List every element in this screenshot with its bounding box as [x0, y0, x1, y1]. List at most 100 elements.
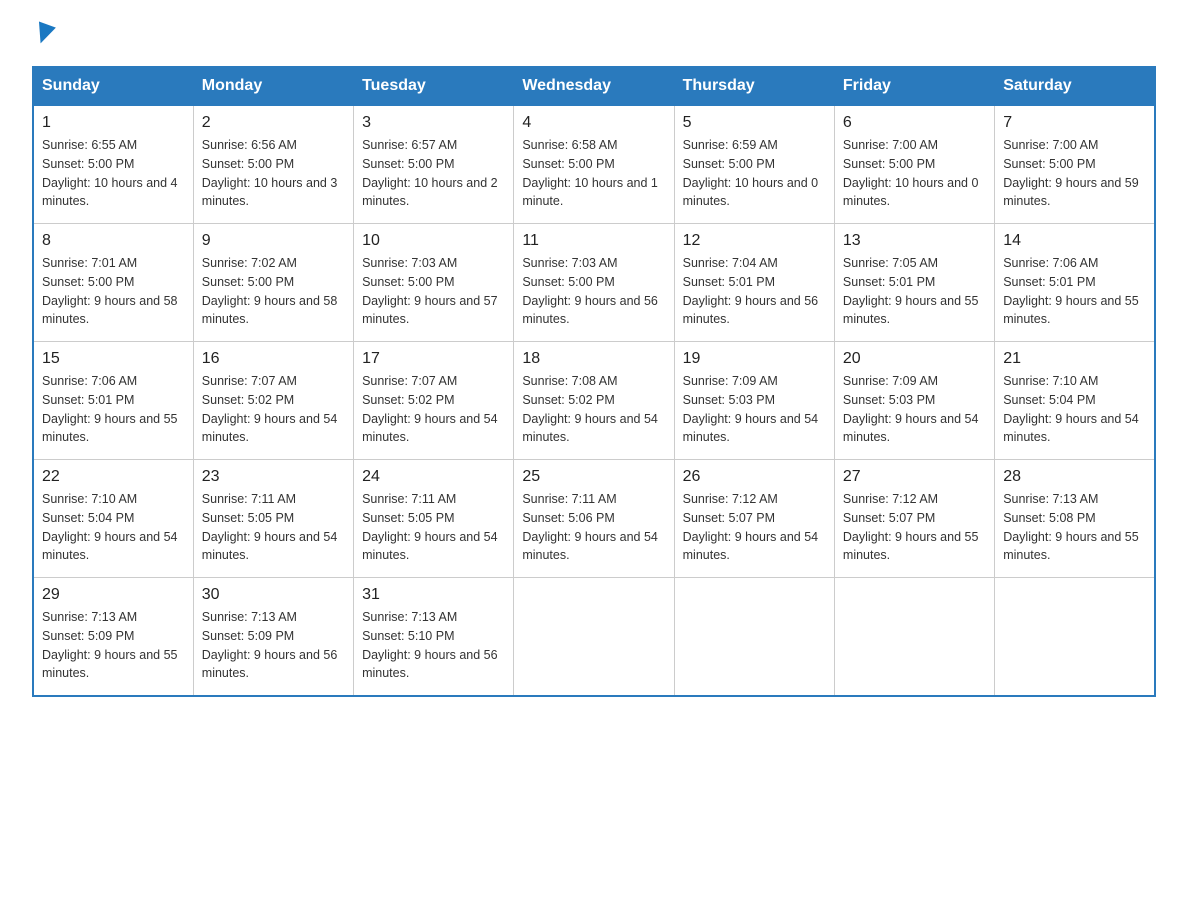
daylight-info: Daylight: 9 hours and 54 minutes.: [683, 528, 826, 566]
calendar-cell: 16 Sunrise: 7:07 AM Sunset: 5:02 PM Dayl…: [193, 342, 353, 460]
sunrise-info: Sunrise: 6:57 AM: [362, 136, 505, 155]
sunrise-info: Sunrise: 7:09 AM: [843, 372, 986, 391]
calendar-cell: 30 Sunrise: 7:13 AM Sunset: 5:09 PM Dayl…: [193, 578, 353, 697]
sunrise-info: Sunrise: 7:06 AM: [1003, 254, 1146, 273]
sunset-info: Sunset: 5:04 PM: [42, 509, 185, 528]
day-number: 8: [42, 232, 185, 250]
sunrise-info: Sunrise: 7:06 AM: [42, 372, 185, 391]
sunrise-info: Sunrise: 7:03 AM: [362, 254, 505, 273]
daylight-info: Daylight: 9 hours and 54 minutes.: [202, 528, 345, 566]
sunset-info: Sunset: 5:01 PM: [42, 391, 185, 410]
daylight-info: Daylight: 9 hours and 58 minutes.: [42, 292, 185, 330]
daylight-info: Daylight: 9 hours and 54 minutes.: [362, 528, 505, 566]
calendar-cell: [995, 578, 1155, 697]
sunset-info: Sunset: 5:00 PM: [843, 155, 986, 174]
calendar-cell: 23 Sunrise: 7:11 AM Sunset: 5:05 PM Dayl…: [193, 460, 353, 578]
logo-blue-row: [32, 24, 53, 46]
sunset-info: Sunset: 5:04 PM: [1003, 391, 1146, 410]
sunrise-info: Sunrise: 7:01 AM: [42, 254, 185, 273]
daylight-info: Daylight: 10 hours and 3 minutes.: [202, 174, 345, 212]
sunset-info: Sunset: 5:03 PM: [843, 391, 986, 410]
day-number: 20: [843, 350, 986, 368]
day-number: 14: [1003, 232, 1146, 250]
sunrise-info: Sunrise: 7:12 AM: [683, 490, 826, 509]
day-number: 19: [683, 350, 826, 368]
sunset-info: Sunset: 5:02 PM: [362, 391, 505, 410]
sunrise-info: Sunrise: 7:13 AM: [42, 608, 185, 627]
calendar-cell: 6 Sunrise: 7:00 AM Sunset: 5:00 PM Dayli…: [834, 106, 994, 224]
calendar-week-row: 8 Sunrise: 7:01 AM Sunset: 5:00 PM Dayli…: [33, 224, 1155, 342]
calendar-cell: 22 Sunrise: 7:10 AM Sunset: 5:04 PM Dayl…: [33, 460, 193, 578]
sunset-info: Sunset: 5:03 PM: [683, 391, 826, 410]
sunrise-info: Sunrise: 7:02 AM: [202, 254, 345, 273]
day-number: 13: [843, 232, 986, 250]
day-number: 15: [42, 350, 185, 368]
calendar-cell: 10 Sunrise: 7:03 AM Sunset: 5:00 PM Dayl…: [354, 224, 514, 342]
sunrise-info: Sunrise: 6:55 AM: [42, 136, 185, 155]
day-of-week-header: Sunday: [33, 67, 193, 106]
daylight-info: Daylight: 9 hours and 55 minutes.: [1003, 528, 1146, 566]
daylight-info: Daylight: 10 hours and 0 minutes.: [843, 174, 986, 212]
sunset-info: Sunset: 5:00 PM: [42, 273, 185, 292]
sunrise-info: Sunrise: 6:59 AM: [683, 136, 826, 155]
day-number: 4: [522, 114, 665, 132]
calendar-week-row: 29 Sunrise: 7:13 AM Sunset: 5:09 PM Dayl…: [33, 578, 1155, 697]
day-number: 29: [42, 586, 185, 604]
calendar-cell: 24 Sunrise: 7:11 AM Sunset: 5:05 PM Dayl…: [354, 460, 514, 578]
day-number: 25: [522, 468, 665, 486]
sunrise-info: Sunrise: 7:10 AM: [42, 490, 185, 509]
sunset-info: Sunset: 5:10 PM: [362, 627, 505, 646]
daylight-info: Daylight: 9 hours and 54 minutes.: [362, 410, 505, 448]
logo: [32, 24, 53, 46]
sunset-info: Sunset: 5:06 PM: [522, 509, 665, 528]
calendar-cell: 7 Sunrise: 7:00 AM Sunset: 5:00 PM Dayli…: [995, 106, 1155, 224]
day-number: 26: [683, 468, 826, 486]
sunrise-info: Sunrise: 7:04 AM: [683, 254, 826, 273]
calendar-cell: 15 Sunrise: 7:06 AM Sunset: 5:01 PM Dayl…: [33, 342, 193, 460]
calendar-cell: 26 Sunrise: 7:12 AM Sunset: 5:07 PM Dayl…: [674, 460, 834, 578]
sunrise-info: Sunrise: 7:07 AM: [202, 372, 345, 391]
calendar-cell: 28 Sunrise: 7:13 AM Sunset: 5:08 PM Dayl…: [995, 460, 1155, 578]
daylight-info: Daylight: 9 hours and 54 minutes.: [522, 528, 665, 566]
day-number: 10: [362, 232, 505, 250]
day-of-week-header: Friday: [834, 67, 994, 106]
daylight-info: Daylight: 10 hours and 1 minute.: [522, 174, 665, 212]
calendar-cell: [514, 578, 674, 697]
day-number: 30: [202, 586, 345, 604]
daylight-info: Daylight: 9 hours and 55 minutes.: [843, 528, 986, 566]
logo-arrow-icon: [32, 22, 56, 47]
day-number: 18: [522, 350, 665, 368]
calendar-cell: 20 Sunrise: 7:09 AM Sunset: 5:03 PM Dayl…: [834, 342, 994, 460]
daylight-info: Daylight: 9 hours and 54 minutes.: [42, 528, 185, 566]
sunrise-info: Sunrise: 7:12 AM: [843, 490, 986, 509]
calendar-cell: 12 Sunrise: 7:04 AM Sunset: 5:01 PM Dayl…: [674, 224, 834, 342]
sunrise-info: Sunrise: 7:13 AM: [362, 608, 505, 627]
page-header: [32, 24, 1156, 46]
calendar-cell: 3 Sunrise: 6:57 AM Sunset: 5:00 PM Dayli…: [354, 106, 514, 224]
daylight-info: Daylight: 9 hours and 55 minutes.: [843, 292, 986, 330]
sunset-info: Sunset: 5:00 PM: [362, 155, 505, 174]
day-number: 22: [42, 468, 185, 486]
day-number: 24: [362, 468, 505, 486]
daylight-info: Daylight: 9 hours and 55 minutes.: [42, 646, 185, 684]
daylight-info: Daylight: 9 hours and 56 minutes.: [202, 646, 345, 684]
calendar-cell: 21 Sunrise: 7:10 AM Sunset: 5:04 PM Dayl…: [995, 342, 1155, 460]
calendar-week-row: 1 Sunrise: 6:55 AM Sunset: 5:00 PM Dayli…: [33, 106, 1155, 224]
sunrise-info: Sunrise: 7:11 AM: [522, 490, 665, 509]
sunrise-info: Sunrise: 7:13 AM: [1003, 490, 1146, 509]
sunset-info: Sunset: 5:00 PM: [1003, 155, 1146, 174]
calendar-cell: 18 Sunrise: 7:08 AM Sunset: 5:02 PM Dayl…: [514, 342, 674, 460]
calendar-cell: 11 Sunrise: 7:03 AM Sunset: 5:00 PM Dayl…: [514, 224, 674, 342]
daylight-info: Daylight: 9 hours and 54 minutes.: [202, 410, 345, 448]
calendar-cell: 14 Sunrise: 7:06 AM Sunset: 5:01 PM Dayl…: [995, 224, 1155, 342]
calendar-week-row: 15 Sunrise: 7:06 AM Sunset: 5:01 PM Dayl…: [33, 342, 1155, 460]
day-of-week-header: Monday: [193, 67, 353, 106]
sunset-info: Sunset: 5:09 PM: [202, 627, 345, 646]
calendar-cell: [674, 578, 834, 697]
calendar-cell: 27 Sunrise: 7:12 AM Sunset: 5:07 PM Dayl…: [834, 460, 994, 578]
sunset-info: Sunset: 5:08 PM: [1003, 509, 1146, 528]
daylight-info: Daylight: 9 hours and 57 minutes.: [362, 292, 505, 330]
sunset-info: Sunset: 5:00 PM: [202, 273, 345, 292]
sunset-info: Sunset: 5:00 PM: [522, 273, 665, 292]
calendar-cell: 29 Sunrise: 7:13 AM Sunset: 5:09 PM Dayl…: [33, 578, 193, 697]
